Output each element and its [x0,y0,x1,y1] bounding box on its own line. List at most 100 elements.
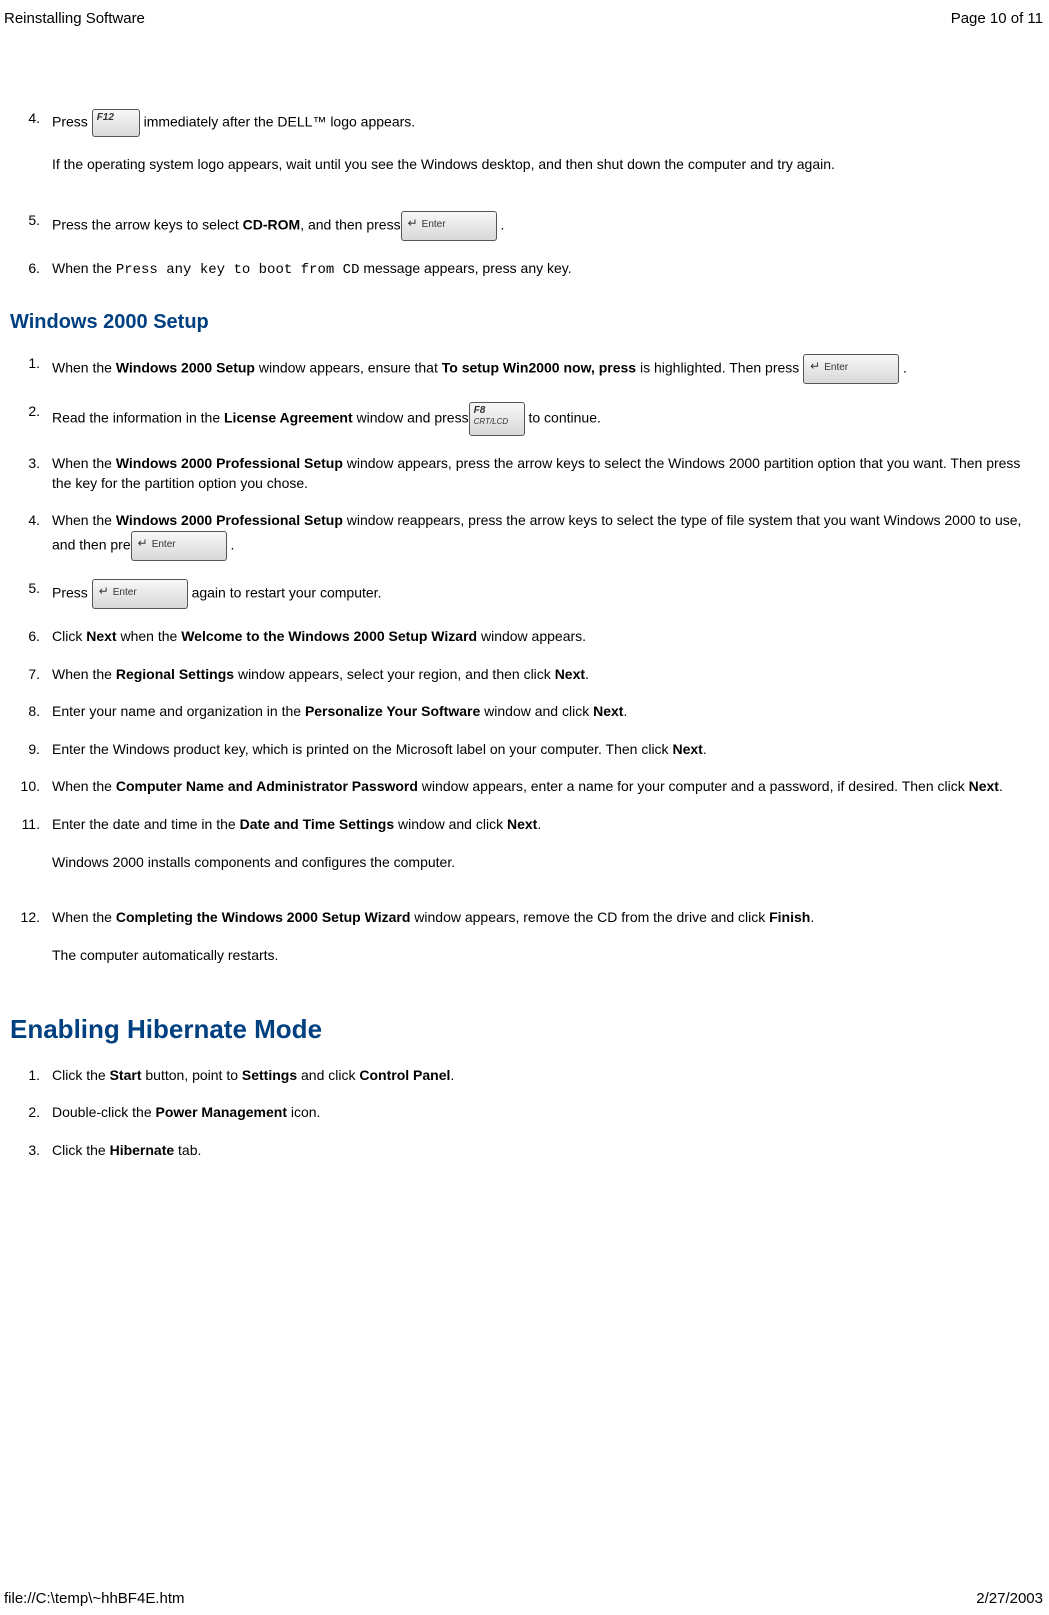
w2k-step-8: 8. Enter your name and organization in t… [10,702,1039,722]
text: . [537,816,541,832]
enter-key-icon: Enter [131,531,227,561]
step-number: 8. [10,702,52,722]
step-text: Press F12 immediately after the DELL™ lo… [52,109,1039,193]
bold-text: Next [86,628,116,644]
step-text: Click the Start button, point to Setting… [52,1066,1039,1086]
bold-text: License Agreement [224,410,353,426]
step-number: 9. [10,740,52,760]
bold-text: Welcome to the Windows 2000 Setup Wizard [181,628,477,644]
text: . [450,1067,454,1083]
bold-text: Computer Name and Administrator Password [116,778,418,794]
text: is highlighted. Then press [636,360,803,376]
text: . [623,703,627,719]
step-number: 3. [10,454,52,474]
w2k-step-10: 10. When the Computer Name and Administr… [10,777,1039,797]
text: . [899,360,907,376]
step-4: 4. Press F12 immediately after the DELL™… [10,109,1039,193]
page-content: 4. Press F12 immediately after the DELL™… [0,29,1049,1160]
step-text: When the Windows 2000 Setup window appea… [52,354,1039,384]
step-text: When the Windows 2000 Professional Setup… [52,511,1039,561]
hib-step-1: 1. Click the Start button, point to Sett… [10,1066,1039,1086]
enter-key-icon: Enter [92,579,188,609]
page-footer: file://C:\temp\~hhBF4E.htm 2/27/2003 [4,1588,1043,1609]
text: icon. [287,1104,320,1120]
bold-text: Windows 2000 Setup [116,360,255,376]
bold-text: Personalize Your Software [305,703,480,719]
text: When the [52,666,116,682]
hib-step-3: 3. Click the Hibernate tab. [10,1141,1039,1161]
step-text: When the Regional Settings window appear… [52,665,1039,685]
text: Enter the date and time in the [52,816,240,832]
step-text: Enter your name and organization in the … [52,702,1039,722]
w2k-step-1: 1. When the Windows 2000 Setup window ap… [10,354,1039,384]
text: When the [52,360,116,376]
header-page-info: Page 10 of 11 [951,8,1043,29]
step-text: Press Enter again to restart your comput… [52,579,1039,609]
text: Double-click the [52,1104,156,1120]
w2k-steps-list: 1. When the Windows 2000 Setup window ap… [10,354,1039,983]
text: . [703,741,707,757]
bold-text: Control Panel [359,1067,450,1083]
step-number: 12. [10,908,52,928]
text: When the [52,455,116,471]
step-number: 3. [10,1141,52,1161]
step-subtext: The computer automatically restarts. [52,946,1039,966]
bold-text: Hibernate [110,1142,175,1158]
w2k-step-11: 11. Enter the date and time in the Date … [10,815,1039,890]
bold-text: Next [555,666,585,682]
text: Click [52,628,86,644]
heading-hibernate: Enabling Hibernate Mode [10,1011,1039,1047]
text: window appears, remove the CD from the d… [410,909,769,925]
text: Enter the Windows product key, which is … [52,741,672,757]
step-number: 2. [10,402,52,422]
text: . [227,537,235,553]
text: tab. [174,1142,201,1158]
step-number: 2. [10,1103,52,1123]
step-text: When the Completing the Windows 2000 Set… [52,908,1039,983]
w2k-step-5: 5. Press Enter again to restart your com… [10,579,1039,609]
key-line2: CRT/LCD [474,418,520,426]
bold-text: Completing the Windows 2000 Setup Wizard [116,909,411,925]
f12-key-icon: F12 [92,109,140,137]
text: window and click [480,703,593,719]
step-number: 1. [10,354,52,374]
step-number: 6. [10,259,52,279]
text: button, point to [141,1067,241,1083]
hib-step-2: 2. Double-click the Power Management ico… [10,1103,1039,1123]
header-title: Reinstalling Software [4,8,145,29]
text: again to restart your computer. [188,585,382,601]
step-text: Read the information in the License Agre… [52,402,1039,436]
step-text: When the Windows 2000 Professional Setup… [52,454,1039,493]
step-text: Press the arrow keys to select CD-ROM, a… [52,211,1039,241]
text: message appears, press any key. [359,260,571,276]
step-number: 5. [10,579,52,599]
text: Read the information in the [52,410,224,426]
page-header: Reinstalling Software Page 10 of 11 [0,0,1049,29]
footer-date: 2/27/2003 [976,1588,1043,1609]
text: When the [52,260,116,276]
w2k-step-2: 2. Read the information in the License A… [10,402,1039,436]
bold-text: Windows 2000 Professional Setup [116,455,343,471]
w2k-step-6: 6. Click Next when the Welcome to the Wi… [10,627,1039,647]
w2k-step-9: 9. Enter the Windows product key, which … [10,740,1039,760]
bold-text: Start [110,1067,142,1083]
step-number: 7. [10,665,52,685]
document-page: Reinstalling Software Page 10 of 11 4. P… [0,0,1049,1615]
bold-text: Regional Settings [116,666,234,682]
bold-text: Date and Time Settings [240,816,395,832]
step-5: 5. Press the arrow keys to select CD-ROM… [10,211,1039,241]
text: window appears, select your region, and … [234,666,555,682]
text: window and press [353,410,469,426]
text: window appears. [477,628,586,644]
text: when the [117,628,182,644]
bold-text: To setup Win2000 now, press [442,360,636,376]
top-steps-list: 4. Press F12 immediately after the DELL™… [10,109,1039,280]
text: window appears, enter a name for your co… [418,778,969,794]
bold-text: Power Management [156,1104,287,1120]
step-number: 4. [10,511,52,531]
text: immediately after the DELL™ logo appears… [140,114,415,130]
text: . [999,778,1003,794]
w2k-step-12: 12. When the Completing the Windows 2000… [10,908,1039,983]
text: Press [52,114,92,130]
mono-text: Press any key to boot from CD [116,262,360,278]
